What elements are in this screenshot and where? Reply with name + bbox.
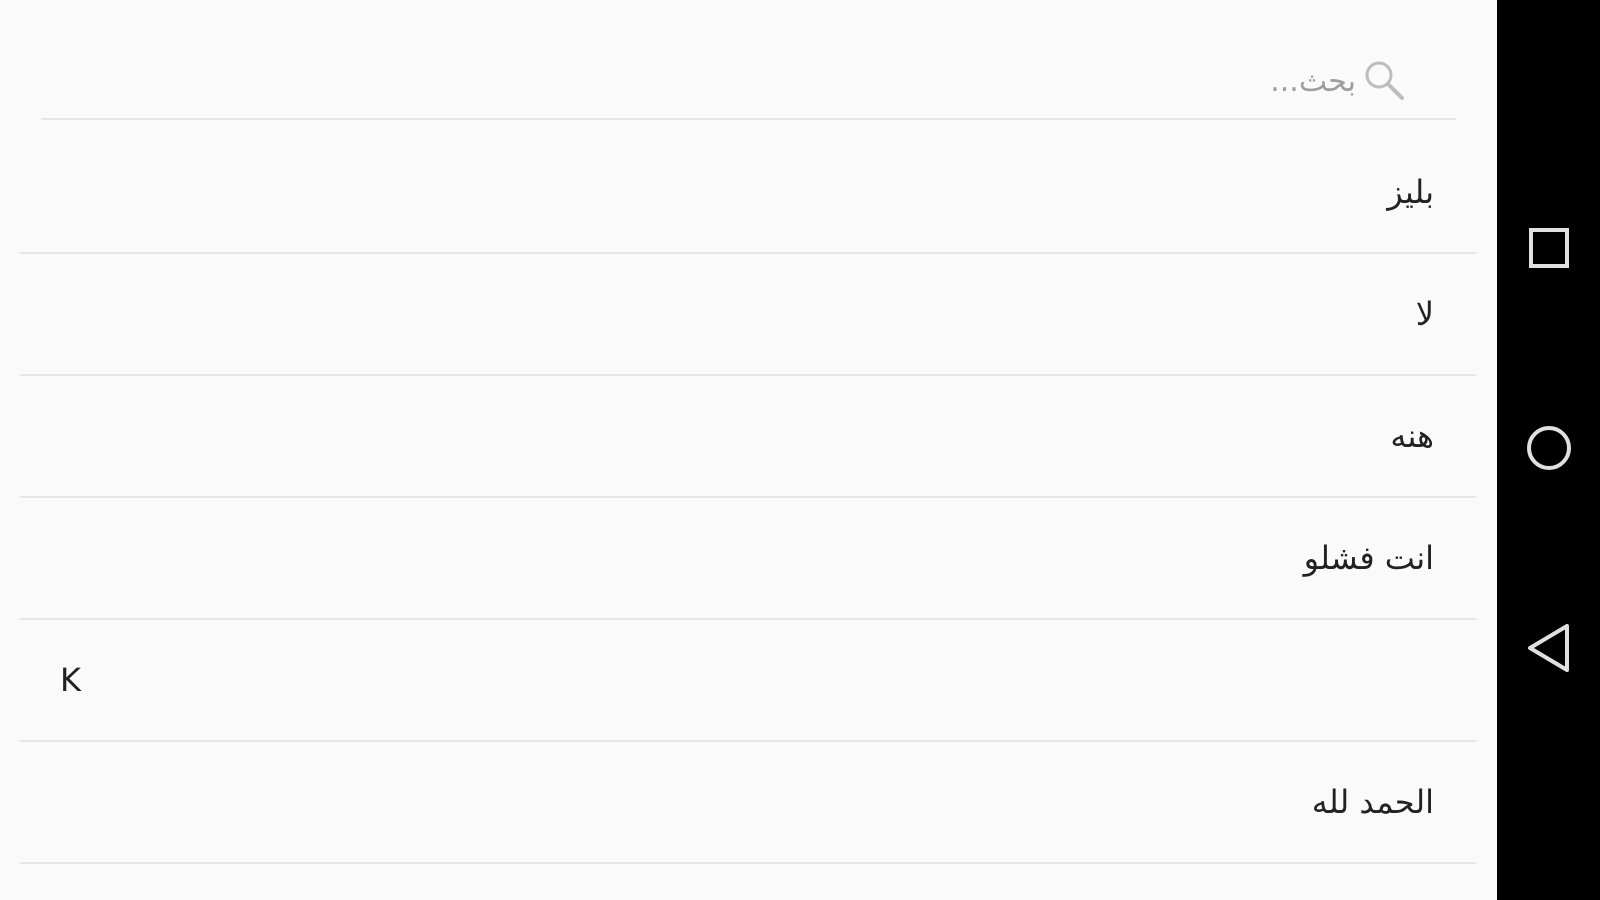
search-input[interactable]	[654, 52, 1358, 110]
list-item-label: هنه	[1390, 417, 1434, 455]
item-list: بليز لا هنه انت فشلو K الحمد لله	[20, 132, 1476, 864]
list-item[interactable]: لا	[20, 254, 1476, 376]
screen: بليز لا هنه انت فشلو K الحمد لله	[0, 0, 1600, 900]
circle-icon	[1525, 424, 1573, 476]
list-item-label: الحمد لله	[1311, 783, 1434, 821]
list-item[interactable]: انت فشلو	[20, 498, 1476, 620]
triangle-back-icon	[1525, 622, 1573, 678]
list-item[interactable]: هنه	[20, 376, 1476, 498]
navigation-bar	[1497, 0, 1600, 900]
recents-button[interactable]	[1497, 190, 1600, 310]
list-item-label: K	[60, 661, 81, 699]
list-item[interactable]: بليز	[20, 132, 1476, 254]
list-item-label: انت فشلو	[1303, 539, 1434, 577]
back-button[interactable]	[1497, 590, 1600, 710]
app-content: بليز لا هنه انت فشلو K الحمد لله	[0, 0, 1497, 900]
home-button[interactable]	[1497, 390, 1600, 510]
search-icon[interactable]	[1362, 58, 1406, 102]
search-bar	[41, 0, 1456, 120]
list-item-label: بليز	[1387, 173, 1434, 211]
list-item-label: لا	[1415, 295, 1434, 333]
list-item[interactable]: الحمد لله	[20, 742, 1476, 864]
square-icon	[1527, 226, 1571, 274]
list-item[interactable]: K	[20, 620, 1476, 742]
